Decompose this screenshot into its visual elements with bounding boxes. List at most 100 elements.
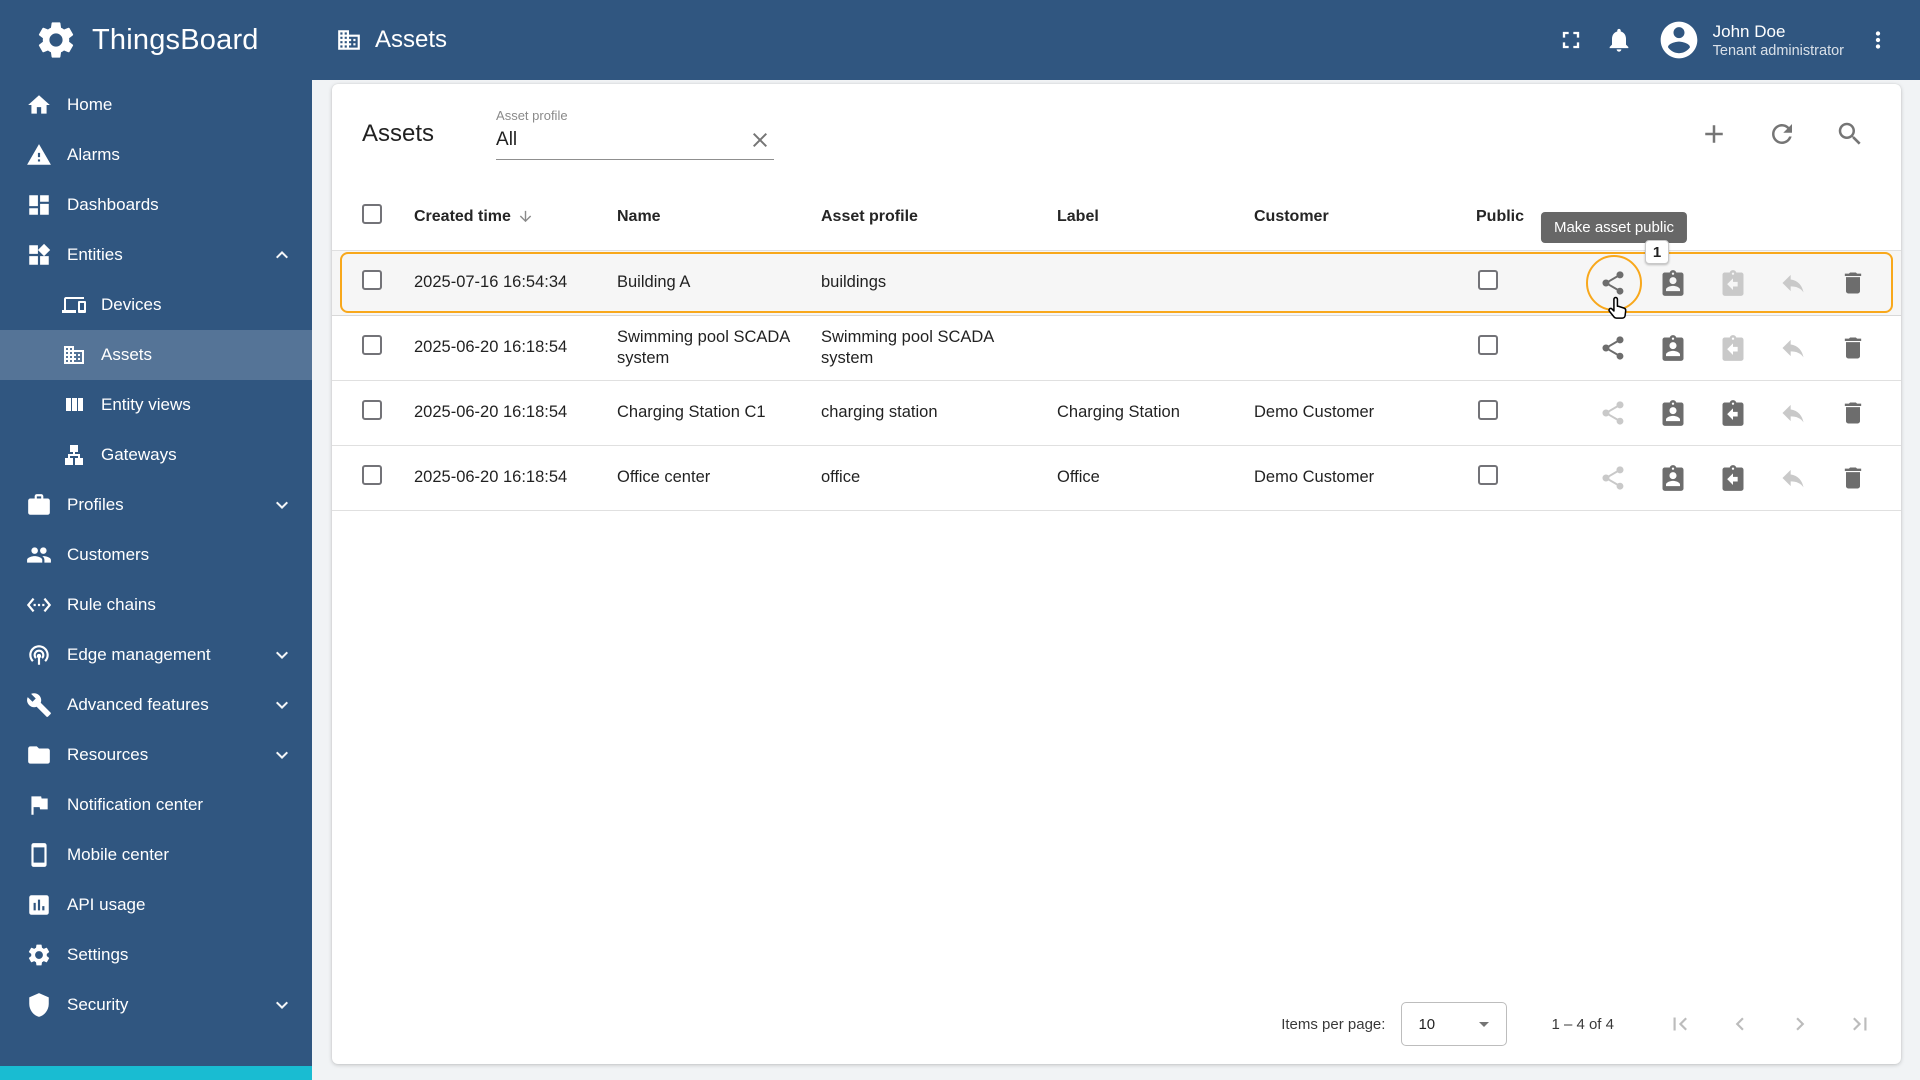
row-checkbox[interactable] [362,269,382,290]
delete-button[interactable] [1831,326,1875,370]
sidebar-item-gateways[interactable]: Gateways [0,430,312,480]
sidebar-item-label: Profiles [67,495,124,514]
sidebar-item-resources[interactable]: Resources [0,730,312,780]
cell-asset-profile: Swimming pool SCADA system [821,327,994,367]
items-per-page-select[interactable]: 10 [1401,1002,1508,1046]
sidebar-item-security[interactable]: Security [0,980,312,1030]
sidebar-item-label: Assets [101,345,153,364]
top-bar: ThingsBoard Assets John Doe Tenant admin… [0,0,1920,80]
clear-filter-icon[interactable] [748,128,772,152]
fullscreen-button[interactable] [1547,16,1595,64]
cell-name: Charging Station C1 [617,403,766,422]
alarm-icon [26,142,52,168]
resources-icon [26,742,52,768]
sidebar-item-advanced-features[interactable]: Advanced features [0,680,312,730]
make-public-button [1591,456,1635,500]
unassign-customer-button[interactable] [1711,391,1755,435]
prev-page-button [1718,1002,1762,1046]
cell-name: Swimming pool SCADA system [617,327,790,367]
row-checkbox[interactable] [362,334,382,355]
annotation-step-badge: 1 [1645,240,1669,264]
assets-icon [62,343,86,367]
sidebar-item-dashboards[interactable]: Dashboards [0,180,312,230]
table-row[interactable]: 2025-06-20 16:18:54 Swimming pool SCADA … [332,316,1901,381]
column-name[interactable]: Name [617,207,821,228]
sidebar-item-customers[interactable]: Customers [0,530,312,580]
devices-icon [62,293,86,317]
sidebar-item-label: Advanced features [67,695,209,714]
public-checkbox[interactable] [1478,334,1498,355]
column-label[interactable]: Label [1057,207,1254,228]
sidebar-item-label: Devices [101,295,162,314]
sidebar-item-api-usage[interactable]: API usage [0,880,312,930]
edge-icon [26,642,52,668]
public-checkbox[interactable] [1478,269,1498,290]
sidebar-item-label: Entity views [101,395,191,414]
sidebar-item-notification-center[interactable]: Notification center [0,780,312,830]
assign-customer-button[interactable] [1651,456,1695,500]
last-page-button [1838,1002,1882,1046]
sidebar-item-rule-chains[interactable]: Rule chains [0,580,312,630]
sidebar-item-assets[interactable]: Assets [0,330,312,380]
column-created-time[interactable]: Created time [414,207,617,228]
select-all-checkbox[interactable] [362,203,382,224]
unassign-customer-button[interactable] [1711,456,1755,500]
settings-icon [26,942,52,968]
column-customer[interactable]: Customer [1254,207,1476,228]
row-checkbox[interactable] [362,399,382,420]
sidebar-item-home[interactable]: Home [0,80,312,130]
filter-value: All [496,129,518,150]
notifications-button[interactable] [1595,16,1643,64]
cell-customer: Demo Customer [1254,468,1375,487]
brand[interactable]: ThingsBoard [0,18,312,62]
delete-button[interactable] [1831,261,1875,305]
public-checkbox[interactable] [1478,464,1498,485]
sidebar-item-entity-views[interactable]: Entity views [0,380,312,430]
assign-customer-button[interactable] [1651,391,1695,435]
user-menu[interactable]: John Doe Tenant administrator [1657,18,1844,62]
customers-icon [26,542,52,568]
refresh-button[interactable] [1761,113,1803,155]
column-asset-profile[interactable]: Asset profile [821,207,1057,228]
sidebar-item-mobile-center[interactable]: Mobile center [0,830,312,880]
sidebar-item-devices[interactable]: Devices [0,280,312,330]
rule-chains-icon [26,592,52,618]
public-checkbox[interactable] [1478,399,1498,420]
card-title: Assets [362,120,435,147]
header-actions: John Doe Tenant administrator [1547,16,1920,64]
sort-desc-icon [517,208,534,225]
brand-name: ThingsBoard [92,23,259,56]
cell-asset-profile: charging station [821,403,938,422]
row-checkbox[interactable] [362,464,382,485]
sidebar-item-edge-management[interactable]: Edge management [0,630,312,680]
assign-customer-button[interactable] [1651,326,1695,370]
assign-customer-button[interactable] [1651,261,1695,305]
next-page-button [1778,1002,1822,1046]
search-button[interactable] [1829,113,1871,155]
sidebar-item-label: Notification center [67,795,204,814]
add-asset-button[interactable] [1693,113,1735,155]
sidebar-item-entities[interactable]: Entities [0,230,312,280]
table-row[interactable]: 2025-06-20 16:18:54 Charging Station C1 … [332,381,1901,446]
more-menu-button[interactable] [1854,16,1902,64]
dropdown-icon [1472,1012,1496,1036]
dashboards-icon [26,192,52,218]
chevron-down-icon [270,693,294,717]
cell-created-time: 2025-07-16 16:54:34 [414,273,568,292]
sidebar-item-label: Rule chains [67,595,156,614]
sidebar-item-label: Gateways [101,445,177,464]
security-icon [26,992,52,1018]
cell-created-time: 2025-06-20 16:18:54 [414,468,568,487]
delete-button[interactable] [1831,391,1875,435]
table-row[interactable]: 2025-06-20 16:18:54 Office center office… [332,446,1901,511]
asset-profile-filter[interactable]: Asset profile All [496,108,775,160]
advanced-features-icon [26,692,52,718]
sidebar-item-label: Alarms [67,145,120,164]
sidebar-item-profiles[interactable]: Profiles [0,480,312,530]
delete-button[interactable] [1831,456,1875,500]
sidebar-item-settings[interactable]: Settings [0,930,312,980]
make-public-button[interactable] [1591,326,1635,370]
cell-name: Building A [617,273,691,292]
cursor-icon [1604,294,1632,327]
sidebar-item-alarms[interactable]: Alarms [0,130,312,180]
